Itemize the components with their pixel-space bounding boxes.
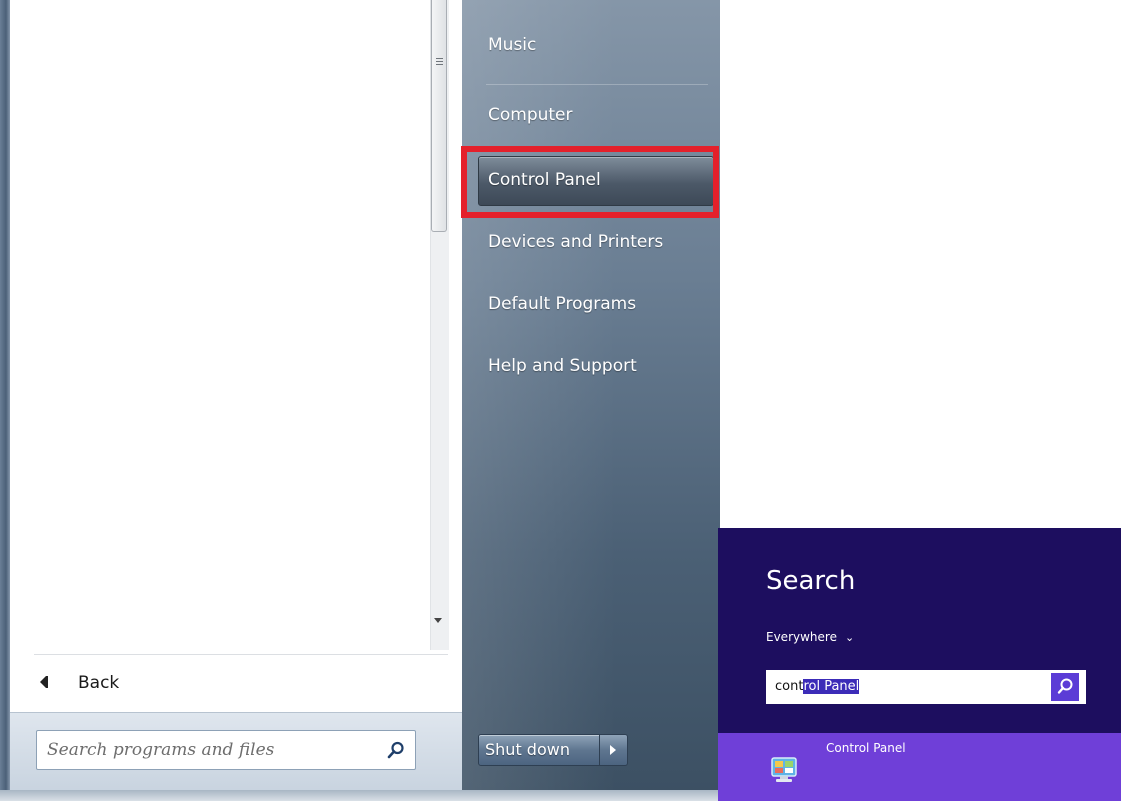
search-button[interactable] bbox=[1050, 672, 1080, 702]
win7-start-menu: Back Search programs and files Music Com… bbox=[0, 0, 720, 801]
scrollbar-grip-icon bbox=[436, 58, 443, 67]
control-panel-red-highlight-box bbox=[461, 146, 719, 218]
menu-item-computer[interactable]: Computer bbox=[488, 105, 573, 135]
menu-item-help-and-support[interactable]: Help and Support bbox=[488, 356, 637, 386]
scrollbar-thumb[interactable] bbox=[431, 0, 447, 232]
back-button[interactable]: Back bbox=[34, 664, 424, 704]
menu-item-music[interactable]: Music bbox=[488, 35, 536, 65]
back-label: Back bbox=[78, 673, 120, 693]
back-arrow-bar bbox=[46, 676, 48, 688]
chevron-right-icon bbox=[610, 745, 616, 755]
shutdown-button[interactable]: Shut down bbox=[478, 734, 600, 766]
shutdown-label: Shut down bbox=[485, 740, 570, 759]
search-result-control-panel[interactable]: Control Panel bbox=[718, 733, 1121, 801]
search-scope-label: Everywhere bbox=[766, 630, 837, 644]
control-panel-icon bbox=[771, 757, 797, 782]
taskbar-edge bbox=[0, 790, 720, 801]
search-title: Search bbox=[766, 566, 856, 596]
search-placeholder: Search programs and files bbox=[47, 740, 275, 760]
start-menu-left-edge bbox=[0, 0, 10, 790]
chevron-down-icon: ⌄ bbox=[844, 631, 855, 644]
scroll-down-arrow-icon[interactable] bbox=[434, 618, 442, 623]
start-search-input[interactable]: Search programs and files bbox=[36, 730, 416, 770]
search-icon bbox=[1057, 678, 1073, 694]
search-result-label: Control Panel bbox=[826, 741, 906, 755]
search-query-typed: cont bbox=[775, 679, 804, 694]
search-query: control Panel bbox=[775, 679, 860, 694]
menu-item-devices-and-printers[interactable]: Devices and Printers bbox=[488, 232, 663, 262]
menu-item-default-programs[interactable]: Default Programs bbox=[488, 294, 636, 324]
programs-separator bbox=[34, 654, 448, 655]
search-icon[interactable] bbox=[387, 741, 405, 759]
search-query-autocomplete: rol Panel bbox=[803, 679, 860, 694]
shutdown-options-button[interactable] bbox=[600, 734, 628, 766]
search-scope-dropdown[interactable]: Everywhere ⌄ bbox=[766, 630, 854, 644]
win8-search-charm: Search Everywhere ⌄ control Panel Control… bbox=[718, 528, 1121, 801]
places-divider bbox=[486, 84, 708, 85]
search-input[interactable]: control Panel bbox=[766, 670, 1086, 704]
